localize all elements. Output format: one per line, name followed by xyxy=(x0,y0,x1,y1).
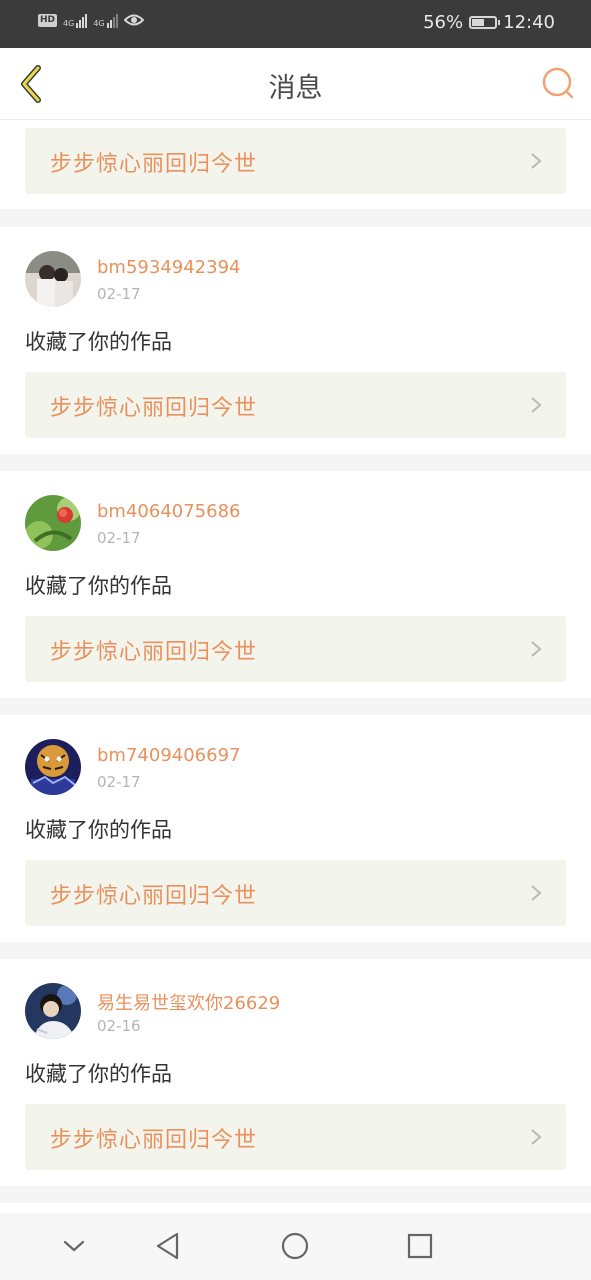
chevron-right-icon xyxy=(531,397,542,413)
work-link[interactable]: 步步惊心丽回归今世 xyxy=(25,1104,566,1170)
search-button[interactable] xyxy=(541,66,575,100)
message-text: 收藏了你的作品 xyxy=(25,818,172,842)
message-card: bm5934942394 02-17 收藏了你的作品 步步惊心丽回归今世 xyxy=(0,227,591,454)
back-triangle-icon xyxy=(156,1232,179,1260)
chevron-right-icon xyxy=(531,885,542,901)
chevron-down-icon xyxy=(63,1240,85,1252)
network-type-label: 4G xyxy=(93,19,105,28)
back-nav-button[interactable] xyxy=(151,1229,185,1263)
system-nav-bar xyxy=(0,1213,591,1280)
home-nav-button[interactable] xyxy=(278,1229,312,1263)
signal-icon xyxy=(76,12,88,28)
network-type-label: 4G xyxy=(63,19,75,28)
chevron-right-icon xyxy=(531,153,542,169)
message-date: 02-17 xyxy=(97,773,141,791)
signal-icon xyxy=(106,12,118,28)
message-card-partial: 步步惊心丽回归今世 xyxy=(0,120,591,209)
avatar[interactable] xyxy=(25,983,81,1039)
username[interactable]: bm5934942394 xyxy=(97,257,240,278)
chevron-right-icon xyxy=(531,641,542,657)
username[interactable]: bm7409406697 xyxy=(97,745,240,766)
avatar[interactable] xyxy=(25,739,81,795)
message-date: 02-17 xyxy=(97,285,141,303)
message-card-partial xyxy=(0,1203,591,1213)
username[interactable]: bm4064075686 xyxy=(97,501,240,522)
status-left-group: HD 4G 4G xyxy=(38,12,144,28)
message-card: 易生易世玺欢你26629 02-16 收藏了你的作品 步步惊心丽回归今世 xyxy=(0,959,591,1186)
recents-square-icon xyxy=(407,1233,433,1259)
avatar[interactable] xyxy=(25,495,81,551)
chevron-right-icon xyxy=(531,1129,542,1145)
recents-nav-button[interactable] xyxy=(403,1229,437,1263)
work-title: 步步惊心丽回归今世 xyxy=(50,884,258,909)
work-link[interactable]: 步步惊心丽回归今世 xyxy=(25,372,566,438)
work-title: 步步惊心丽回归今世 xyxy=(50,152,258,177)
message-text: 收藏了你的作品 xyxy=(25,1062,172,1086)
hide-nav-button[interactable] xyxy=(57,1229,91,1263)
message-list[interactable]: 步步惊心丽回归今世 bm5934942394 02-17 收藏了你的作品 步步惊… xyxy=(0,120,591,1213)
message-text: 收藏了你的作品 xyxy=(25,574,172,598)
battery-icon xyxy=(469,16,501,29)
clock: 12:40 xyxy=(503,12,555,33)
message-card: bm7409406697 02-17 收藏了你的作品 步步惊心丽回归今世 xyxy=(0,715,591,942)
hd-badge: HD xyxy=(38,13,58,27)
username[interactable]: 易生易世玺欢你26629 xyxy=(97,989,280,1015)
eye-icon xyxy=(123,14,144,26)
work-title: 步步惊心丽回归今世 xyxy=(50,1128,258,1153)
status-bar: HD 4G 4G 56% 12:40 xyxy=(0,0,591,48)
work-link[interactable]: 步步惊心丽回归今世 xyxy=(25,616,566,682)
battery-percent: 56% xyxy=(423,12,464,33)
message-date: 02-16 xyxy=(97,1017,141,1035)
avatar[interactable] xyxy=(25,251,81,307)
signal-2: 4G xyxy=(93,12,118,28)
work-title: 步步惊心丽回归今世 xyxy=(50,640,258,665)
work-title: 步步惊心丽回归今世 xyxy=(50,396,258,421)
status-right-group: 56% 12:40 xyxy=(423,12,555,33)
work-link[interactable]: 步步惊心丽回归今世 xyxy=(25,860,566,926)
message-card: bm4064075686 02-17 收藏了你的作品 步步惊心丽回归今世 xyxy=(0,471,591,698)
page-title: 消息 xyxy=(268,73,323,104)
message-date: 02-17 xyxy=(97,529,141,547)
signal-1: 4G xyxy=(63,12,88,28)
home-circle-icon xyxy=(281,1232,309,1260)
message-text: 收藏了你的作品 xyxy=(25,330,172,354)
search-icon xyxy=(542,67,574,99)
work-link[interactable]: 步步惊心丽回归今世 xyxy=(25,128,566,194)
top-nav-bar: 消息 xyxy=(0,48,591,120)
